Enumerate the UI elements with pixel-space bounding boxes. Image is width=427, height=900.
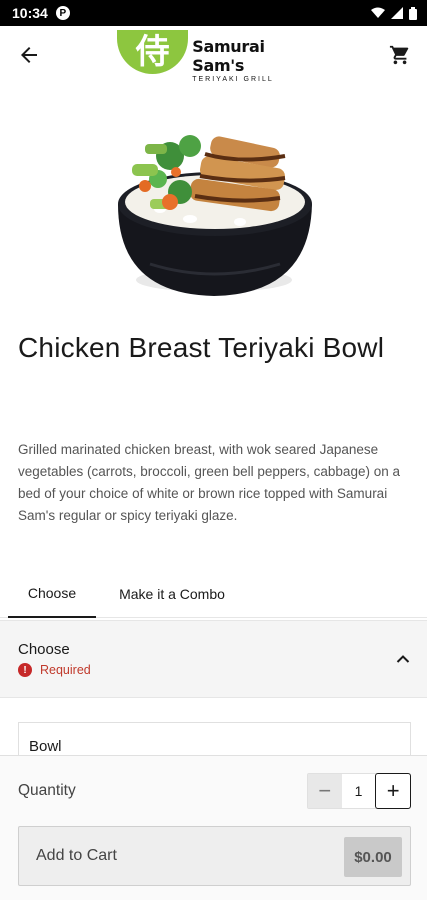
section-title: Choose [18, 641, 70, 658]
teriyaki-bowl-illustration [118, 135, 312, 296]
add-to-cart-label: Add to Cart [36, 847, 117, 864]
app-notification-icon: P [55, 6, 70, 20]
arrow-left-icon [21, 47, 37, 63]
signal-icon [391, 7, 403, 19]
increment-button[interactable]: + [375, 773, 412, 809]
status-time: 10:34 [12, 5, 48, 21]
cart-icon [389, 45, 409, 65]
required-label: Required [40, 663, 91, 677]
quantity-value: 1 [354, 783, 363, 799]
chevron-up-icon[interactable] [393, 649, 413, 669]
tab-bar: Choose Make it a Combo [0, 570, 427, 618]
order-panel: Quantity − 1 + Add to Cart $0.00 [0, 755, 427, 900]
price-badge: $0.00 [344, 837, 402, 877]
quantity-label: Quantity [18, 782, 76, 799]
tab-choose[interactable]: Choose [8, 570, 96, 618]
logo-name: Samurai Sam's [192, 37, 265, 75]
brand-logo: 侍 Samurai Sam's TERIYAKI GRILL [117, 30, 317, 83]
status-icons [371, 6, 417, 20]
product-description: Grilled marinated chicken breast, with w… [18, 442, 400, 523]
back-button[interactable] [12, 39, 46, 71]
quantity-stepper: − 1 + [307, 773, 412, 809]
add-to-cart-button[interactable]: Add to Cart $0.00 [18, 826, 411, 886]
choose-section-header[interactable]: Choose ! Required [0, 620, 427, 698]
product-title: Chicken Breast Teriyaki Bowl [18, 332, 385, 363]
tab-make-it-a-combo[interactable]: Make it a Combo [104, 570, 240, 618]
wifi-icon [371, 7, 385, 18]
logo-subtitle: TERIYAKI GRILL [192, 76, 274, 83]
required-indicator: ! Required [18, 663, 91, 677]
status-bar: 10:34 P [0, 0, 427, 26]
decrement-button[interactable]: − [308, 774, 342, 808]
alert-icon: ! [18, 663, 32, 677]
app-bar: 侍 Samurai Sam's TERIYAKI GRILL [0, 26, 427, 84]
logo-wordmark: Samurai Sam's TERIYAKI GRILL [192, 37, 317, 83]
battery-icon [409, 6, 417, 20]
product-image [0, 84, 427, 312]
option-label: Bowl [29, 738, 62, 755]
logo-seal: 侍 [117, 30, 189, 74]
cart-button[interactable] [385, 40, 415, 70]
